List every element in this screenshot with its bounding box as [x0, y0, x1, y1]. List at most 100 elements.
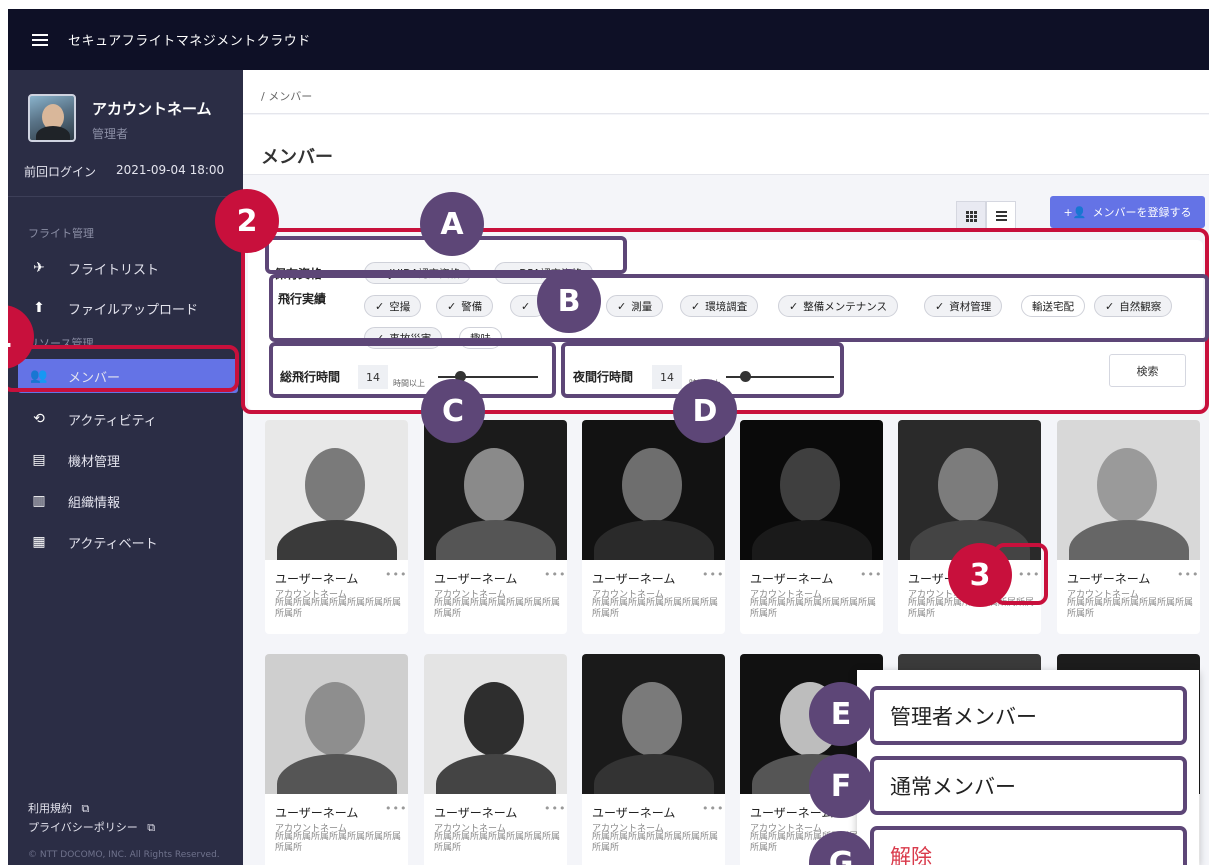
register-member-label: メンバーを登録する	[1092, 206, 1192, 219]
sidebar-item-label: 機材管理	[68, 454, 121, 470]
last-login: 前回ログイン 2021-09-04 18:00	[24, 163, 224, 180]
external-link-icon: ⧉	[81, 802, 90, 815]
member-card[interactable]: ユーザーネーム ••• アカウントネーム 所属所属所属所属所属所属所属所属所	[424, 654, 567, 865]
sidebar-item-equipment[interactable]: ▤ 機材管理	[18, 443, 238, 477]
sidebar-item-label: アクティベート	[68, 536, 158, 552]
history-icon: ⟲	[33, 411, 45, 427]
annotation-marker-a: A	[420, 192, 484, 256]
account-role: 管理者	[92, 127, 129, 141]
member-affiliation: 所属所属所属所属所属所属所属所属所	[1067, 598, 1194, 619]
privacy-link[interactable]: プライバシーポリシー ⧉	[28, 819, 155, 835]
annotation-marker-2: 2	[215, 189, 279, 253]
member-photo	[740, 420, 883, 560]
sidebar-item-label: 組織情報	[68, 495, 121, 511]
clipboard-icon: ▤	[32, 452, 46, 468]
sidebar-item-file-upload[interactable]: ⬆ ファイルアップロード	[18, 291, 238, 325]
menu-normal-member[interactable]: 通常メンバー	[870, 756, 1187, 815]
grid-icon	[965, 210, 977, 222]
menu-admin-member[interactable]: 管理者メンバー	[870, 686, 1187, 745]
more-options-icon[interactable]: •••	[1177, 568, 1199, 581]
member-name: ユーザーネーム	[434, 572, 518, 586]
sidebar-item-activity[interactable]: ⟲ アクティビティ	[18, 402, 238, 436]
list-icon	[995, 211, 1007, 221]
member-name: ユーザーネーム	[1067, 572, 1151, 586]
more-options-icon[interactable]: •••	[385, 568, 407, 581]
annotation-box-c	[269, 342, 556, 398]
member-card[interactable]: ユーザーネーム ••• アカウントネーム 所属所属所属所属所属所属所属所属所	[582, 654, 725, 865]
section-flight-management: フライト管理	[28, 227, 94, 240]
view-toggle	[956, 201, 1016, 231]
member-name: ユーザーネーム	[434, 806, 518, 820]
sidebar-divider	[8, 196, 243, 197]
register-member-button[interactable]: +👤 メンバーを登録する	[1050, 196, 1205, 228]
terms-label: 利用規約	[28, 802, 72, 815]
annotation-marker-d: D	[673, 379, 737, 443]
sidebar-item-label: フライトリスト	[68, 262, 160, 278]
account-block: アカウントネーム 管理者	[28, 94, 212, 142]
annotation-box-1	[8, 345, 239, 392]
privacy-label: プライバシーポリシー	[28, 821, 138, 834]
annotation-box-b	[269, 274, 1209, 342]
avatar[interactable]	[28, 94, 76, 142]
member-name: ユーザーネーム	[750, 572, 834, 586]
breadcrumb-bar: / メンバー	[243, 70, 1209, 114]
app-title: セキュアフライトマネジメントクラウド	[68, 34, 311, 49]
page-title: メンバー	[261, 147, 333, 168]
app-window: セキュアフライトマネジメントクラウド アカウントネーム 管理者 前回ログイン 2…	[8, 9, 1209, 865]
member-photo	[265, 420, 408, 560]
last-login-label: 前回ログイン	[24, 165, 97, 179]
account-name: アカウントネーム	[92, 100, 212, 118]
member-affiliation: 所属所属所属所属所属所属所属所属所	[275, 598, 402, 619]
member-photo	[1057, 420, 1200, 560]
member-affiliation: 所属所属所属所属所属所属所属所属所	[275, 832, 402, 853]
sidebar-item-flight-list[interactable]: ✈ フライトリスト	[18, 251, 238, 285]
more-options-icon[interactable]: •••	[702, 568, 724, 581]
hamburger-menu-icon[interactable]	[32, 33, 48, 46]
member-name: ユーザーネーム	[592, 572, 676, 586]
sidebar-item-label: アクティビティ	[68, 413, 157, 429]
list-view-button[interactable]	[986, 201, 1016, 231]
external-link-icon: ⧉	[147, 821, 156, 834]
member-card[interactable]: ユーザーネーム ••• アカウントネーム 所属所属所属所属所属所属所属所属所	[582, 420, 725, 634]
sidebar: アカウントネーム 管理者 前回ログイン 2021-09-04 18:00 フライ…	[8, 70, 243, 865]
annotation-marker-c: C	[421, 379, 485, 443]
annotation-marker-f: F	[809, 754, 873, 818]
more-options-icon[interactable]: •••	[860, 568, 882, 581]
title-bar: メンバー	[243, 115, 1209, 175]
menu-remove-member[interactable]: 解除	[870, 826, 1187, 865]
copyright: © NTT DOCOMO, INC. All Rights Reserved.	[28, 850, 220, 860]
sidebar-item-activate[interactable]: ▦ アクティベート	[18, 525, 238, 559]
annotation-marker-b: B	[537, 269, 601, 333]
upload-icon: ⬆	[33, 300, 45, 316]
more-options-icon[interactable]: •••	[544, 802, 566, 815]
add-person-icon: +👤	[1063, 205, 1087, 219]
member-photo	[898, 420, 1041, 560]
member-card[interactable]: ユーザーネーム ••• アカウントネーム 所属所属所属所属所属所属所属所属所	[265, 654, 408, 865]
member-name: ユーザーネーム	[275, 572, 359, 586]
member-photo	[424, 654, 567, 794]
sidebar-item-organization[interactable]: ▥ 組織情報	[18, 484, 238, 518]
member-card[interactable]: ユーザーネーム ••• アカウントネーム 所属所属所属所属所属所属所属所属所	[1057, 420, 1200, 634]
member-affiliation: 所属所属所属所属所属所属所属所属所	[592, 598, 719, 619]
member-card[interactable]: ユーザーネーム ••• アカウントネーム 所属所属所属所属所属所属所属所属所	[265, 420, 408, 634]
annotation-marker-3: 3	[948, 543, 1012, 607]
member-affiliation: 所属所属所属所属所属所属所属所属所	[592, 832, 719, 853]
member-name: ユーザーネーム	[275, 806, 359, 820]
breadcrumb: / メンバー	[261, 90, 313, 103]
terms-link[interactable]: 利用規約 ⧉	[28, 800, 89, 816]
member-photo	[582, 654, 725, 794]
more-options-icon[interactable]: •••	[544, 568, 566, 581]
annotation-marker-e: E	[809, 682, 873, 746]
member-card[interactable]: ユーザーネーム ••• アカウントネーム 所属所属所属所属所属所属所属所属所	[424, 420, 567, 634]
member-affiliation: 所属所属所属所属所属所属所属所属所	[434, 598, 561, 619]
more-options-icon[interactable]: •••	[702, 802, 724, 815]
top-bar: セキュアフライトマネジメントクラウド	[8, 9, 1209, 70]
last-login-value: 2021-09-04 18:00	[116, 163, 225, 177]
member-name: ユーザーネーム	[592, 806, 676, 820]
member-affiliation: 所属所属所属所属所属所属所属所属所	[750, 598, 877, 619]
airplane-icon: ✈	[33, 260, 45, 276]
grid-view-button[interactable]	[956, 201, 986, 231]
member-card[interactable]: ユーザーネーム ••• アカウントネーム 所属所属所属所属所属所属所属所属所	[740, 420, 883, 634]
member-photo	[265, 654, 408, 794]
more-options-icon[interactable]: •••	[385, 802, 407, 815]
